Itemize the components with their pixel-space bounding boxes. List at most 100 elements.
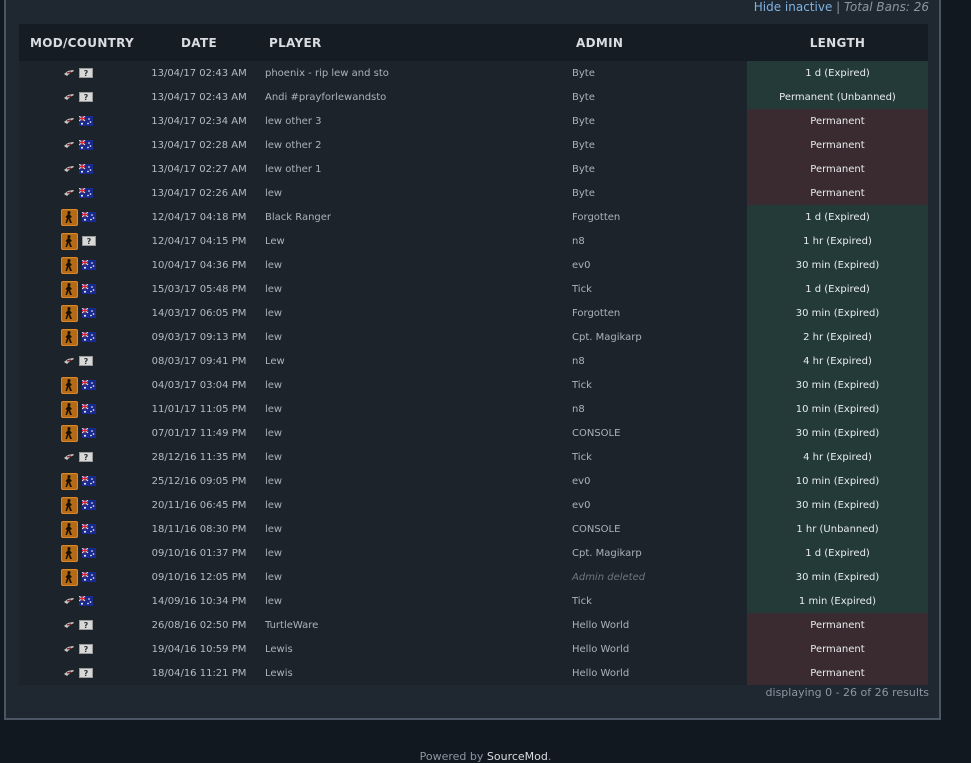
table-row[interactable]: 20/11/16 06:45 PM lew ev0 30 min (Expired) <box>19 493 928 517</box>
mod-country-cell <box>19 565 137 589</box>
table-row[interactable]: 14/09/16 10:34 PM lew Tick 1 min (Expired) <box>19 589 928 613</box>
table-row[interactable]: 09/03/17 09:13 PM lew Cpt. Magikarp 2 hr (E… <box>19 325 928 349</box>
player-name[interactable]: lew <box>261 445 564 469</box>
player-name[interactable]: Andi #prayforlewandsto <box>261 85 564 109</box>
header-length[interactable]: LENGTH <box>747 24 928 61</box>
table-row[interactable]: ? 19/04/16 10:59 PM Lewis Hello World Perman… <box>19 637 928 661</box>
unknown-flag-icon: ? <box>79 451 93 462</box>
admin-name: Byte <box>572 163 595 175</box>
mod-country-cell: ? <box>19 229 137 253</box>
hl2-mod-icon <box>64 357 74 364</box>
ban-length: 10 min (Expired) <box>747 469 928 493</box>
player-name[interactable]: TurtleWare <box>261 613 564 637</box>
player-name[interactable]: lew <box>261 493 564 517</box>
player-name[interactable]: lew <box>261 541 564 565</box>
ban-date: 08/03/17 09:41 PM <box>151 355 247 367</box>
player-name[interactable]: lew other 1 <box>261 157 564 181</box>
csgo-mod-icon <box>60 568 78 586</box>
ban-length: 30 min (Expired) <box>747 421 928 445</box>
player-name[interactable]: Lewis <box>261 661 564 685</box>
ban-length: 10 min (Expired) <box>747 397 928 421</box>
table-row[interactable]: 13/04/17 02:26 AM lew Byte Permanent <box>19 181 928 205</box>
bans-table: MOD/COUNTRY DATE PLAYER ADMIN LENGTH ? 13… <box>19 24 928 685</box>
ban-date: 07/01/17 11:49 PM <box>151 427 247 439</box>
player-name[interactable]: lew <box>261 181 564 205</box>
ban-date: 20/11/16 06:45 PM <box>151 499 247 511</box>
player-name[interactable]: lew <box>261 373 564 397</box>
australia-flag-icon <box>79 115 93 126</box>
player-name[interactable]: lew <box>261 277 564 301</box>
table-row[interactable]: 11/01/17 11:05 PM lew n8 10 min (Expired) <box>19 397 928 421</box>
hl2-mod-icon <box>64 93 74 100</box>
header-mod-country[interactable]: MOD/COUNTRY <box>19 24 137 61</box>
australia-flag-icon <box>81 548 96 558</box>
table-row[interactable]: ? 08/03/17 09:41 PM Lew n8 4 hr (Expired) <box>19 349 928 373</box>
player-name[interactable]: lew other 3 <box>261 109 564 133</box>
table-row[interactable]: 13/04/17 02:28 AM lew other 2 Byte Permanen… <box>19 133 928 157</box>
table-row[interactable]: 09/10/16 01:37 PM lew Cpt. Magikarp 1 d (Ex… <box>19 541 928 565</box>
csgo-mod-icon <box>60 520 78 538</box>
table-row[interactable]: ? 12/04/17 04:15 PM Lew n8 1 hr (Expired) <box>19 229 928 253</box>
header-player[interactable]: PLAYER <box>261 24 564 61</box>
pagination-summary: displaying 0 - 26 of 26 results <box>765 686 929 699</box>
table-row[interactable]: 18/11/16 08:30 PM lew CONSOLE 1 hr (Unbanne… <box>19 517 928 541</box>
player-name[interactable]: lew <box>261 397 564 421</box>
ban-length: 4 hr (Expired) <box>747 445 928 469</box>
admin-name: Cpt. Magikarp <box>572 547 642 559</box>
player-name[interactable]: lew <box>261 589 564 613</box>
table-row[interactable]: 07/01/17 11:49 PM lew CONSOLE 30 min (Expir… <box>19 421 928 445</box>
header-date[interactable]: DATE <box>137 24 261 61</box>
player-name[interactable]: Lewis <box>261 637 564 661</box>
australia-flag-icon <box>81 284 96 294</box>
player-name[interactable]: lew <box>261 517 564 541</box>
ban-date: 14/09/16 10:34 PM <box>151 595 247 607</box>
table-row[interactable]: 04/03/17 03:04 PM lew Tick 30 min (Expired) <box>19 373 928 397</box>
bans-table-container: MOD/COUNTRY DATE PLAYER ADMIN LENGTH ? 13… <box>19 24 928 685</box>
sourcemod-link[interactable]: SourceMod <box>487 750 548 763</box>
table-row[interactable]: 13/04/17 02:27 AM lew other 1 Byte Permanen… <box>19 157 928 181</box>
unknown-flag-icon: ? <box>81 236 96 246</box>
table-row[interactable]: ? 26/08/16 02:50 PM TurtleWare Hello World P… <box>19 613 928 637</box>
table-row[interactable]: 10/04/17 04:36 PM lew ev0 30 min (Expired) <box>19 253 928 277</box>
player-name[interactable]: lew <box>261 253 564 277</box>
mod-country-cell <box>19 421 137 445</box>
ban-length: Permanent <box>747 109 928 133</box>
table-row[interactable]: 25/12/16 09:05 PM lew ev0 10 min (Expired) <box>19 469 928 493</box>
csgo-mod-icon <box>60 328 78 346</box>
player-name[interactable]: lew other 2 <box>261 133 564 157</box>
player-name[interactable]: lew <box>261 565 564 589</box>
admin-name: CONSOLE <box>572 427 621 439</box>
player-name[interactable]: lew <box>261 325 564 349</box>
table-row[interactable]: 14/03/17 06:05 PM lew Forgotten 30 min (Exp… <box>19 301 928 325</box>
australia-flag-icon <box>79 187 93 198</box>
ban-length: Permanent <box>747 181 928 205</box>
player-name[interactable]: lew <box>261 421 564 445</box>
svg-text:?: ? <box>86 237 91 246</box>
table-row[interactable]: 12/04/17 04:18 PM Black Ranger Forgotten 1 … <box>19 205 928 229</box>
australia-flag-icon <box>81 332 96 342</box>
player-name[interactable]: Lew <box>261 229 564 253</box>
mod-country-cell <box>19 469 137 493</box>
player-name[interactable]: lew <box>261 469 564 493</box>
ban-length: Permanent <box>747 157 928 181</box>
player-name[interactable]: phoenix - rip lew and sto <box>261 61 564 85</box>
australia-flag-icon <box>81 500 96 510</box>
player-name[interactable]: Lew <box>261 349 564 373</box>
table-row[interactable]: ? 13/04/17 02:43 AM Andi #prayforlewandsto… <box>19 85 928 109</box>
table-row[interactable]: ? 18/04/16 11:21 PM Lewis Hello World Perman… <box>19 661 928 685</box>
ban-date: 13/04/17 02:43 AM <box>151 91 247 103</box>
table-row[interactable]: ? 28/12/16 11:35 PM lew Tick 4 hr (Expired) <box>19 445 928 469</box>
table-header-row: MOD/COUNTRY DATE PLAYER ADMIN LENGTH <box>19 24 928 61</box>
table-row[interactable]: 13/04/17 02:34 AM lew other 3 Byte Permanen… <box>19 109 928 133</box>
player-name[interactable]: Black Ranger <box>261 205 564 229</box>
table-row[interactable]: 15/03/17 05:48 PM lew Tick 1 d (Expired) <box>19 277 928 301</box>
bans-table-body: ? 13/04/17 02:43 AM phoenix - rip lew and … <box>19 61 928 685</box>
hide-inactive-link[interactable]: Hide inactive <box>754 0 833 14</box>
player-name[interactable]: lew <box>261 301 564 325</box>
csgo-mod-icon <box>60 472 78 490</box>
header-admin[interactable]: ADMIN <box>564 24 747 61</box>
table-row[interactable]: ? 13/04/17 02:43 AM phoenix - rip lew and … <box>19 61 928 85</box>
table-row[interactable]: 09/10/16 12:05 PM lew Admin deleted 30 min … <box>19 565 928 589</box>
ban-length: 1 hr (Expired) <box>747 229 928 253</box>
admin-name: Hello World <box>572 667 630 679</box>
